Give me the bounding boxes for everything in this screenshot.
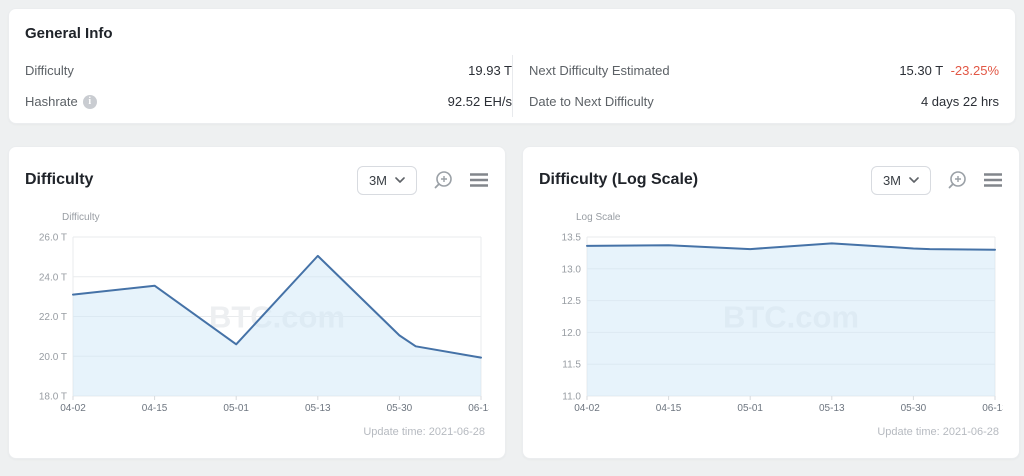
difficulty-chart-header: Difficulty 3M <box>25 164 489 196</box>
range-selector[interactable]: 3M <box>871 166 931 195</box>
svg-text:13.5: 13.5 <box>562 233 582 244</box>
general-info-card: General Info Difficulty 19.93 T Hashrate… <box>8 8 1016 124</box>
hashrate-row: Hashrate i 92.52 EH/s <box>25 86 512 117</box>
svg-text:11.0: 11.0 <box>562 392 581 403</box>
zoom-in-icon[interactable] <box>946 169 968 191</box>
chart-menu-icon[interactable] <box>469 172 489 188</box>
info-icon[interactable]: i <box>83 95 97 109</box>
difficulty-chart-title: Difficulty <box>25 171 93 189</box>
charts-row: Difficulty 3M Difficulty 26.0 T 24.0 T 22.… <box>8 146 1016 459</box>
svg-text:26.0 T: 26.0 T <box>39 233 67 244</box>
next-difficulty-amount: 15.30 T <box>899 63 943 78</box>
svg-text:05-13: 05-13 <box>819 403 845 414</box>
difficulty-log-chart-header: Difficulty (Log Scale) 3M <box>539 164 1003 196</box>
date-to-next-difficulty-row: Date to Next Difficulty 4 days 22 hrs <box>529 86 999 117</box>
y-axis-title: Log Scale <box>576 212 1003 223</box>
difficulty-log-chart-card: Difficulty (Log Scale) 3M Log Scale 13.5… <box>522 146 1020 459</box>
svg-text:13.0: 13.0 <box>562 264 582 275</box>
svg-text:04-15: 04-15 <box>656 403 682 414</box>
chevron-down-icon <box>395 177 405 183</box>
hashrate-label-text: Hashrate <box>25 94 78 109</box>
difficulty-log-chart[interactable]: 13.513.012.512.011.511.0BTC.com04-0204-1… <box>539 225 1003 415</box>
svg-text:05-30: 05-30 <box>387 403 413 414</box>
svg-text:05-30: 05-30 <box>901 403 927 414</box>
difficulty-value: 19.93 T <box>468 63 512 78</box>
difficulty-chart-card: Difficulty 3M Difficulty 26.0 T 24.0 T 22.… <box>8 146 506 459</box>
difficulty-label: Difficulty <box>25 63 74 78</box>
difficulty-chart[interactable]: 26.0 T24.0 T22.0 T20.0 T18.0 TBTC.com04-… <box>25 225 489 415</box>
difficulty-log-chart-title: Difficulty (Log Scale) <box>539 171 698 189</box>
general-info-grid: Difficulty 19.93 T Hashrate i 92.52 EH/s… <box>25 55 999 117</box>
svg-text:20.0 T: 20.0 T <box>39 352 67 363</box>
zoom-in-icon[interactable] <box>432 169 454 191</box>
difficulty-chart-controls: 3M <box>357 166 489 195</box>
date-to-next-difficulty-label: Date to Next Difficulty <box>529 94 654 109</box>
svg-text:22.0 T: 22.0 T <box>39 312 67 323</box>
general-info-right-column: Next Difficulty Estimated 15.30 T -23.25… <box>512 55 999 117</box>
next-difficulty-row: Next Difficulty Estimated 15.30 T -23.25… <box>529 55 999 86</box>
range-selector[interactable]: 3M <box>357 166 417 195</box>
svg-text:06-13: 06-13 <box>468 403 489 414</box>
hashrate-label: Hashrate i <box>25 94 97 109</box>
update-time: Update time: 2021-06-28 <box>25 426 489 438</box>
range-selector-value: 3M <box>369 173 387 188</box>
svg-text:05-01: 05-01 <box>737 403 763 414</box>
y-axis-title: Difficulty <box>62 212 489 223</box>
svg-text:11.5: 11.5 <box>562 360 581 371</box>
svg-text:04-15: 04-15 <box>142 403 168 414</box>
svg-text:05-01: 05-01 <box>223 403 249 414</box>
general-info-title: General Info <box>25 25 999 42</box>
svg-text:24.0 T: 24.0 T <box>39 272 67 283</box>
next-difficulty-delta: -23.25% <box>951 63 999 78</box>
hashrate-value: 92.52 EH/s <box>448 94 512 109</box>
svg-text:04-02: 04-02 <box>60 403 86 414</box>
svg-text:05-13: 05-13 <box>305 403 331 414</box>
difficulty-row: Difficulty 19.93 T <box>25 55 512 86</box>
next-difficulty-label: Next Difficulty Estimated <box>529 63 670 78</box>
update-time: Update time: 2021-06-28 <box>539 426 1003 438</box>
svg-text:18.0 T: 18.0 T <box>39 392 67 403</box>
date-to-next-difficulty-value: 4 days 22 hrs <box>921 94 999 109</box>
difficulty-log-chart-controls: 3M <box>871 166 1003 195</box>
chart-menu-icon[interactable] <box>983 172 1003 188</box>
general-info-left-column: Difficulty 19.93 T Hashrate i 92.52 EH/s <box>25 55 512 117</box>
svg-text:12.5: 12.5 <box>562 296 582 307</box>
chevron-down-icon <box>909 177 919 183</box>
svg-text:12.0: 12.0 <box>562 328 582 339</box>
range-selector-value: 3M <box>883 173 901 188</box>
next-difficulty-value: 15.30 T -23.25% <box>899 63 999 78</box>
svg-text:04-02: 04-02 <box>574 403 600 414</box>
svg-text:06-13: 06-13 <box>982 403 1003 414</box>
